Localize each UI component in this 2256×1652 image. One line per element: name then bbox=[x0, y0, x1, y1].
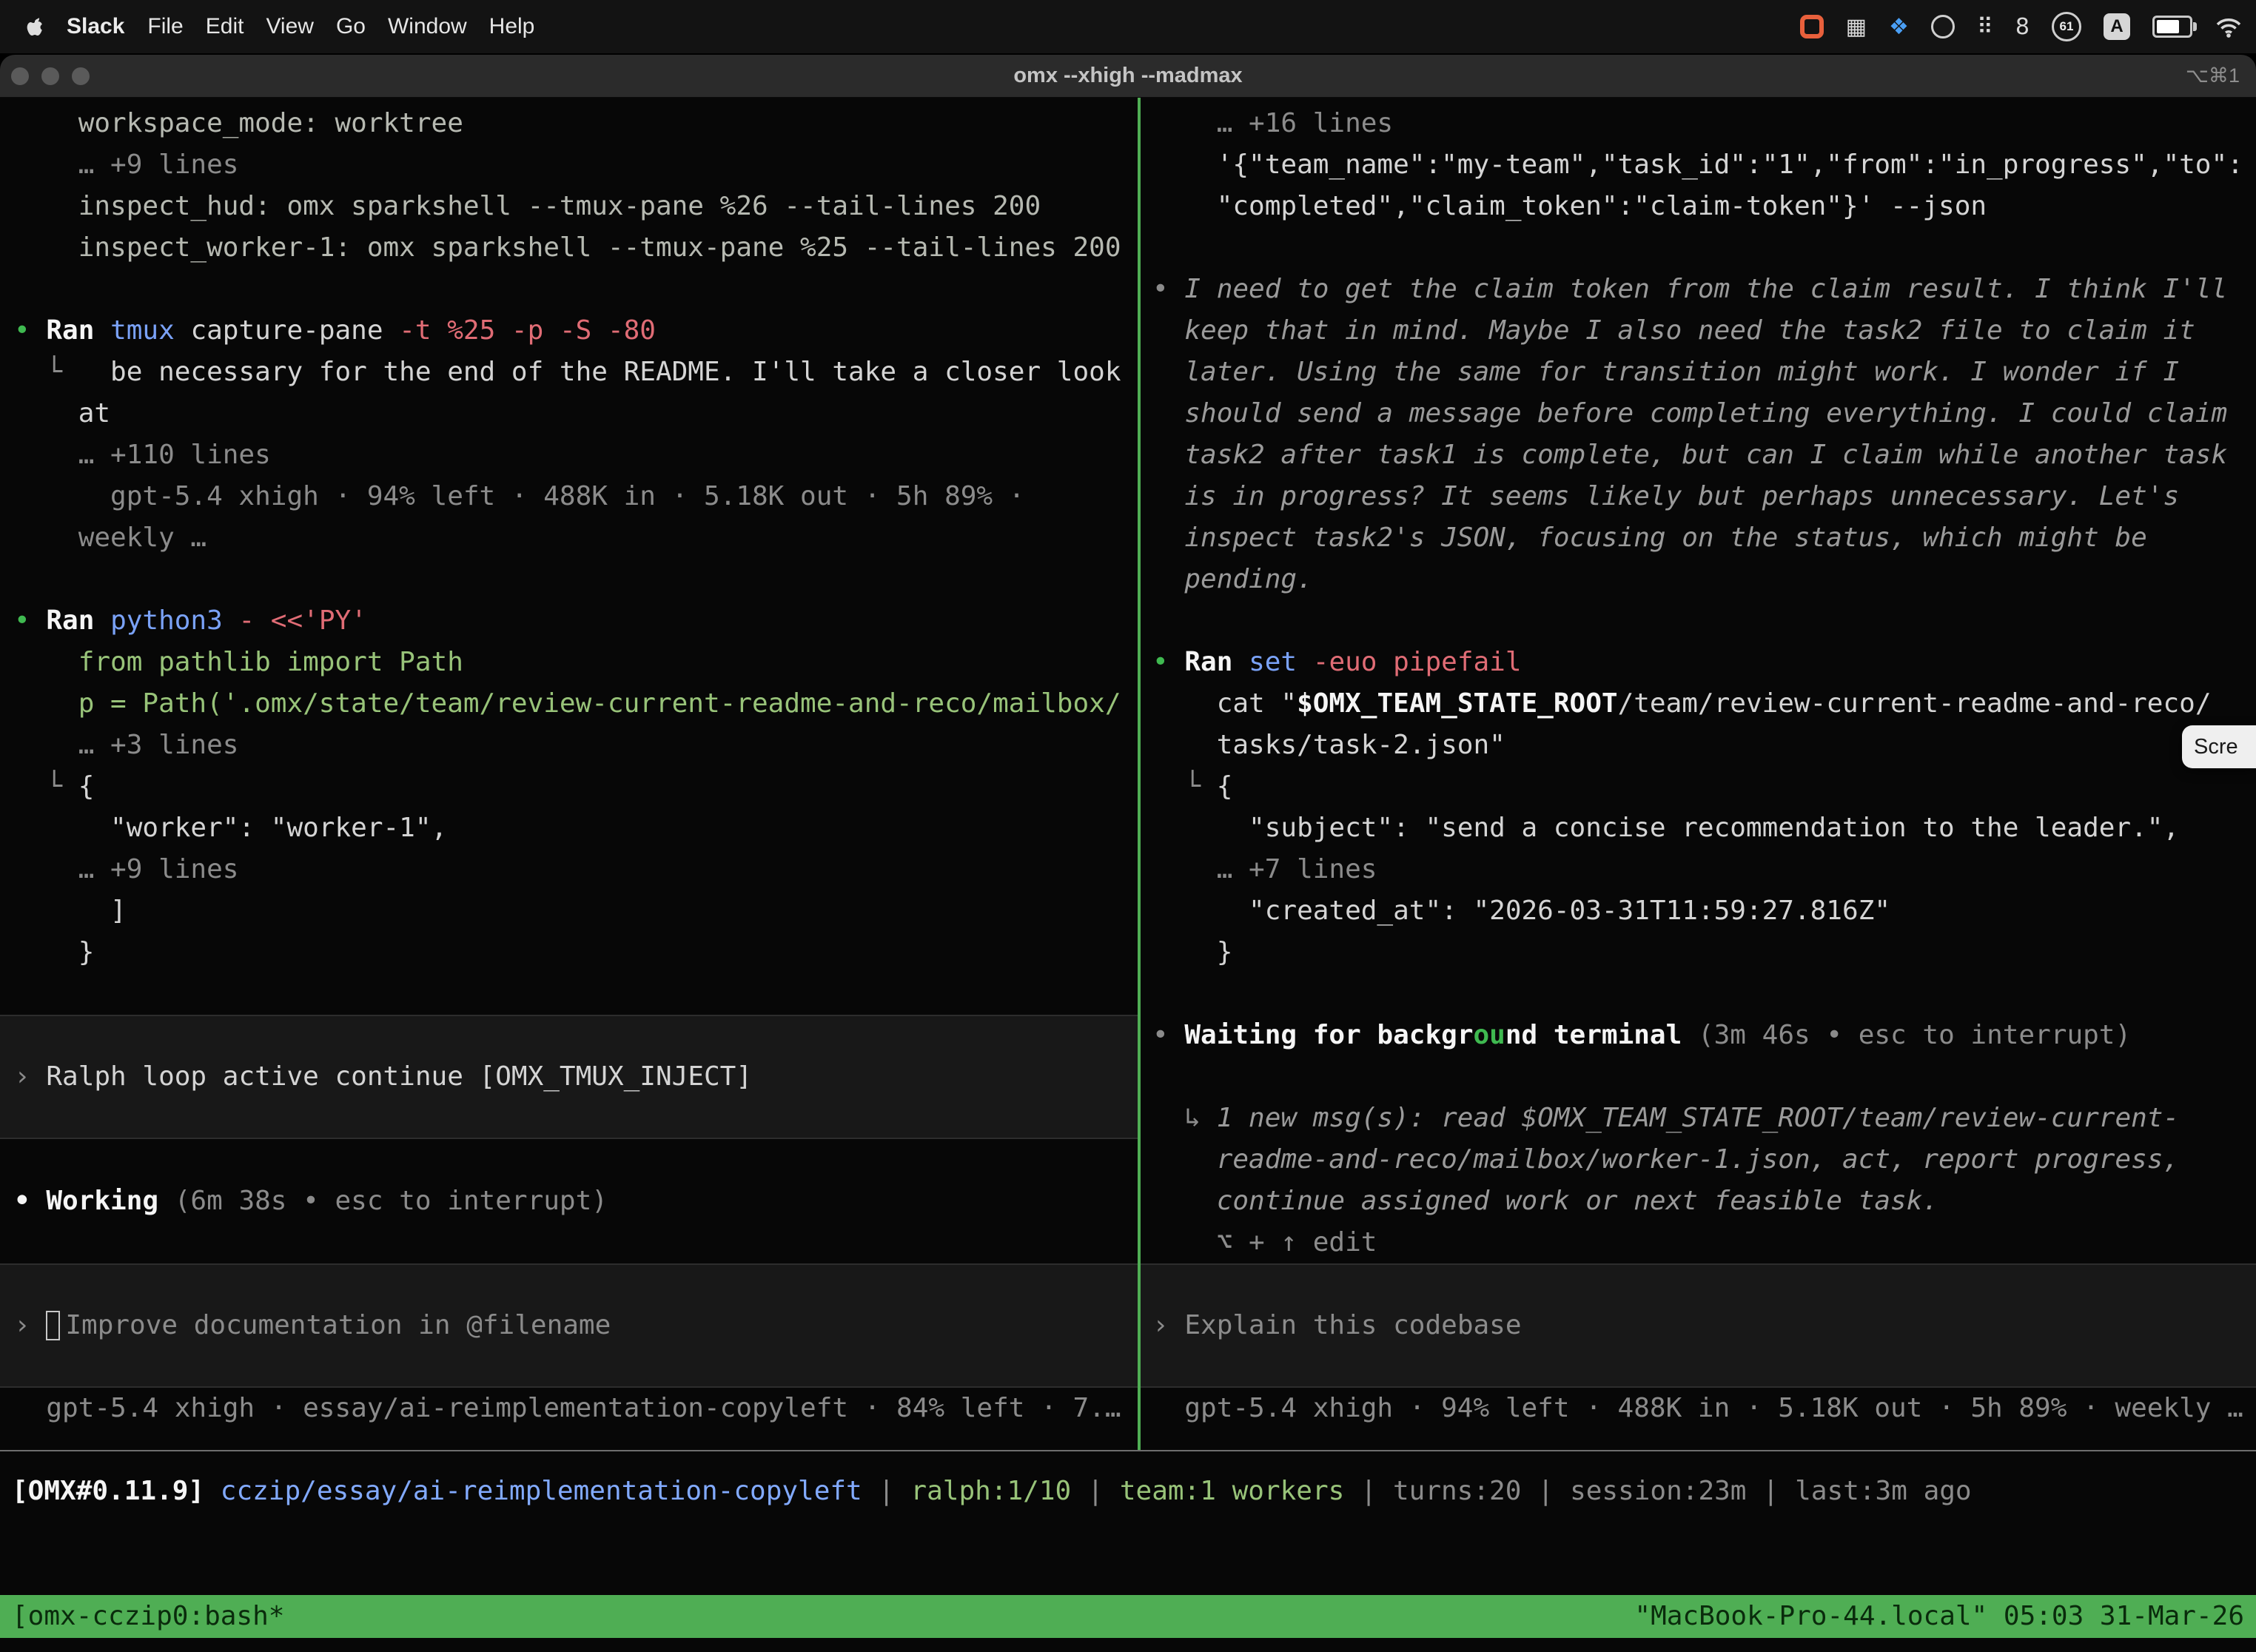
circle-app-icon[interactable] bbox=[1931, 15, 1955, 38]
battery-percent-gauge[interactable]: 61 bbox=[2052, 12, 2081, 41]
tmux-pane-left[interactable]: workspace_mode: worktree … +9 lines insp… bbox=[0, 98, 1138, 1652]
battery-percent-value: 61 bbox=[2060, 19, 2074, 34]
terminal-line: … +7 lines bbox=[1152, 849, 1377, 890]
window-shortcut-hint: ⌥⌘1 bbox=[2186, 64, 2240, 87]
terminal-line: ↳ 1 new msg(s): read $OMX_TEAM_STATE_ROO… bbox=[1152, 1098, 2179, 1139]
menu-view[interactable]: View bbox=[255, 14, 324, 39]
tmux-pane-right[interactable]: … +16 lines '{"team_name":"my-team","tas… bbox=[1141, 98, 2256, 1652]
terminal-line: inspect_worker-1: omx sparkshell --tmux-… bbox=[14, 227, 1121, 269]
screen-recording-indicator[interactable] bbox=[1800, 15, 1824, 38]
terminal-line: weekly … bbox=[14, 517, 207, 559]
menu-bar-status-icons: ▦ ❖ ⠿ 8 61 A bbox=[1800, 0, 2243, 53]
terminal-line: gpt-5.4 xhigh · 94% left · 488K in · 5.1… bbox=[1152, 1388, 2243, 1429]
terminal-line: • Waiting for background terminal (3m 46… bbox=[1152, 1015, 2131, 1056]
tmux-host-datetime: "MacBook-Pro-44.local" 05:03 31-Mar-26 bbox=[1634, 1595, 2244, 1638]
battery-fill bbox=[2157, 20, 2179, 33]
menu-edit[interactable]: Edit bbox=[195, 14, 255, 39]
terminal-line: • Ran set -euo pipefail bbox=[1152, 642, 1522, 683]
text-cursor bbox=[46, 1311, 60, 1340]
terminal-line: } bbox=[14, 932, 94, 973]
terminal-line: … +9 lines bbox=[14, 849, 238, 890]
menu-window[interactable]: Window bbox=[377, 14, 478, 39]
tmux-status-bar: [omx-cczip0:bash* "MacBook-Pro-44.local"… bbox=[0, 1595, 2256, 1638]
input-source-icon[interactable]: A bbox=[2104, 13, 2130, 40]
terminal-line: … +110 lines bbox=[14, 434, 271, 476]
terminal-line: • Ran tmux capture-pane -t %25 -p -S -80 bbox=[14, 310, 656, 352]
menu-file[interactable]: File bbox=[136, 14, 194, 39]
prompt-input-improve-documentation[interactable]: › Improve documentation in @filename bbox=[0, 1263, 1138, 1388]
terminal-line: } bbox=[1152, 932, 1232, 973]
battery-icon[interactable] bbox=[2152, 16, 2192, 38]
terminal-line: from pathlib import Path bbox=[14, 642, 463, 683]
terminal-line: "created_at": "2026-03-31T11:59:27.816Z" bbox=[1152, 890, 1890, 932]
terminal-line: should send a message before completing … bbox=[1152, 393, 2227, 434]
macos-menu-bar: Slack File Edit View Go Window Help ▦ ❖ … bbox=[0, 0, 2256, 53]
terminal-line: task2 after task1 is complete, but can I… bbox=[1152, 434, 2227, 476]
battery-nub bbox=[2193, 22, 2197, 31]
omx-turns: turns:20 bbox=[1393, 1476, 1521, 1506]
terminal-line: pending. bbox=[1152, 559, 1313, 600]
terminal-line: … +16 lines bbox=[1152, 103, 1393, 144]
terminal-line: ] bbox=[14, 890, 127, 932]
terminal-line: cat "$OMX_TEAM_STATE_ROOT/team/review-cu… bbox=[1152, 683, 2212, 725]
terminal-line: workspace_mode: worktree bbox=[14, 103, 463, 144]
terminal-line: p = Path('.omx/state/team/review-current… bbox=[14, 683, 1121, 725]
menu-go[interactable]: Go bbox=[325, 14, 377, 39]
figure-eight-icon[interactable]: 8 bbox=[2015, 14, 2030, 40]
minimize-button[interactable] bbox=[41, 67, 59, 85]
terminal-line: later. Using the same for transition mig… bbox=[1152, 352, 2179, 393]
screenshot-overlay[interactable]: Scre bbox=[2182, 725, 2256, 768]
omx-team-workers: team:1 workers bbox=[1120, 1476, 1344, 1506]
tmux-session-name[interactable]: [omx-cczip0:bash* bbox=[12, 1595, 284, 1638]
omx-status-line: [OMX#0.11.9] cczip/essay/ai-reimplementa… bbox=[12, 1471, 1972, 1512]
window-title: omx --xhigh --madmax bbox=[1013, 64, 1242, 88]
apple-menu-icon[interactable] bbox=[25, 16, 44, 38]
omx-version: [OMX#0.11.9] bbox=[12, 1476, 204, 1506]
pinwheel-icon[interactable]: ❖ bbox=[1889, 14, 1909, 40]
terminal-line: • Working (6m 38s • esc to interrupt) bbox=[14, 1181, 608, 1222]
terminal-line: keep that in mind. Maybe I also need the… bbox=[1152, 310, 2195, 352]
terminal-line: └ { bbox=[1152, 766, 1232, 807]
terminal-line: continue assigned work or next feasible … bbox=[1152, 1181, 1938, 1222]
window-titlebar[interactable]: omx --xhigh --madmax ⌥⌘1 bbox=[0, 55, 2256, 98]
terminal-line: inspect task2's JSON, focusing on the st… bbox=[1152, 517, 2147, 559]
menu-app-name[interactable]: Slack bbox=[55, 14, 136, 39]
terminal-line: … +9 lines bbox=[14, 144, 238, 186]
terminal-line: … +3 lines bbox=[14, 725, 238, 766]
menu-help[interactable]: Help bbox=[478, 14, 546, 39]
terminal-line: "completed","claim_token":"claim-token"}… bbox=[1152, 186, 1987, 227]
terminal-line: is in progress? It seems likely but perh… bbox=[1152, 476, 2179, 517]
terminal-line: '{"team_name":"my-team","task_id":"1","f… bbox=[1152, 144, 2243, 186]
omx-last-activity: last:3m ago bbox=[1795, 1476, 1971, 1506]
omx-ralph-counter: ralph:1/10 bbox=[910, 1476, 1071, 1506]
terminal-line: ⌥ + ↑ edit bbox=[1152, 1222, 1377, 1263]
terminal-line: "subject": "send a concise recommendatio… bbox=[1152, 807, 2179, 849]
terminal-window: omx --xhigh --madmax ⌥⌘1 workspace_mode:… bbox=[0, 55, 2256, 1652]
tmux-horizontal-divider bbox=[0, 1450, 2256, 1451]
dots-grid-icon[interactable]: ⠿ bbox=[1977, 14, 1993, 40]
grid-icon[interactable]: ▦ bbox=[1846, 14, 1867, 40]
terminal-line: • I need to get the claim token from the… bbox=[1152, 269, 2227, 310]
zoom-button[interactable] bbox=[72, 67, 90, 85]
omx-project-path: cczip/essay/ai-reimplementation-copyleft bbox=[221, 1476, 862, 1506]
tmux-session: workspace_mode: worktree … +9 lines insp… bbox=[0, 98, 2256, 1652]
terminal-line: "worker": "worker-1", bbox=[14, 807, 447, 849]
terminal-line: readme-and-reco/mailbox/worker-1.json, a… bbox=[1152, 1139, 2179, 1181]
terminal-line: at bbox=[14, 393, 110, 434]
screenshot-overlay-label: Scre bbox=[2194, 735, 2238, 759]
injected-prompt-ralph-loop[interactable]: › Ralph loop active continue [OMX_TMUX_I… bbox=[0, 1015, 1138, 1139]
close-button[interactable] bbox=[11, 67, 29, 85]
omx-session-time: session:23m bbox=[1570, 1476, 1746, 1506]
terminal-line: • Ran python3 - <<'PY' bbox=[14, 600, 367, 642]
terminal-line: gpt-5.4 xhigh · 94% left · 488K in · 5.1… bbox=[14, 476, 1024, 517]
terminal-line: tasks/task-2.json" bbox=[1152, 725, 1505, 766]
wifi-icon[interactable] bbox=[2215, 15, 2243, 38]
prompt-input-explain-codebase[interactable]: › Explain this codebase bbox=[1141, 1263, 2256, 1388]
terminal-line: └ { bbox=[14, 766, 94, 807]
terminal-line: └ be necessary for the end of the README… bbox=[14, 352, 1121, 393]
terminal-line: inspect_hud: omx sparkshell --tmux-pane … bbox=[14, 186, 1041, 227]
terminal-line: gpt-5.4 xhigh · essay/ai-reimplementatio… bbox=[14, 1388, 1121, 1429]
